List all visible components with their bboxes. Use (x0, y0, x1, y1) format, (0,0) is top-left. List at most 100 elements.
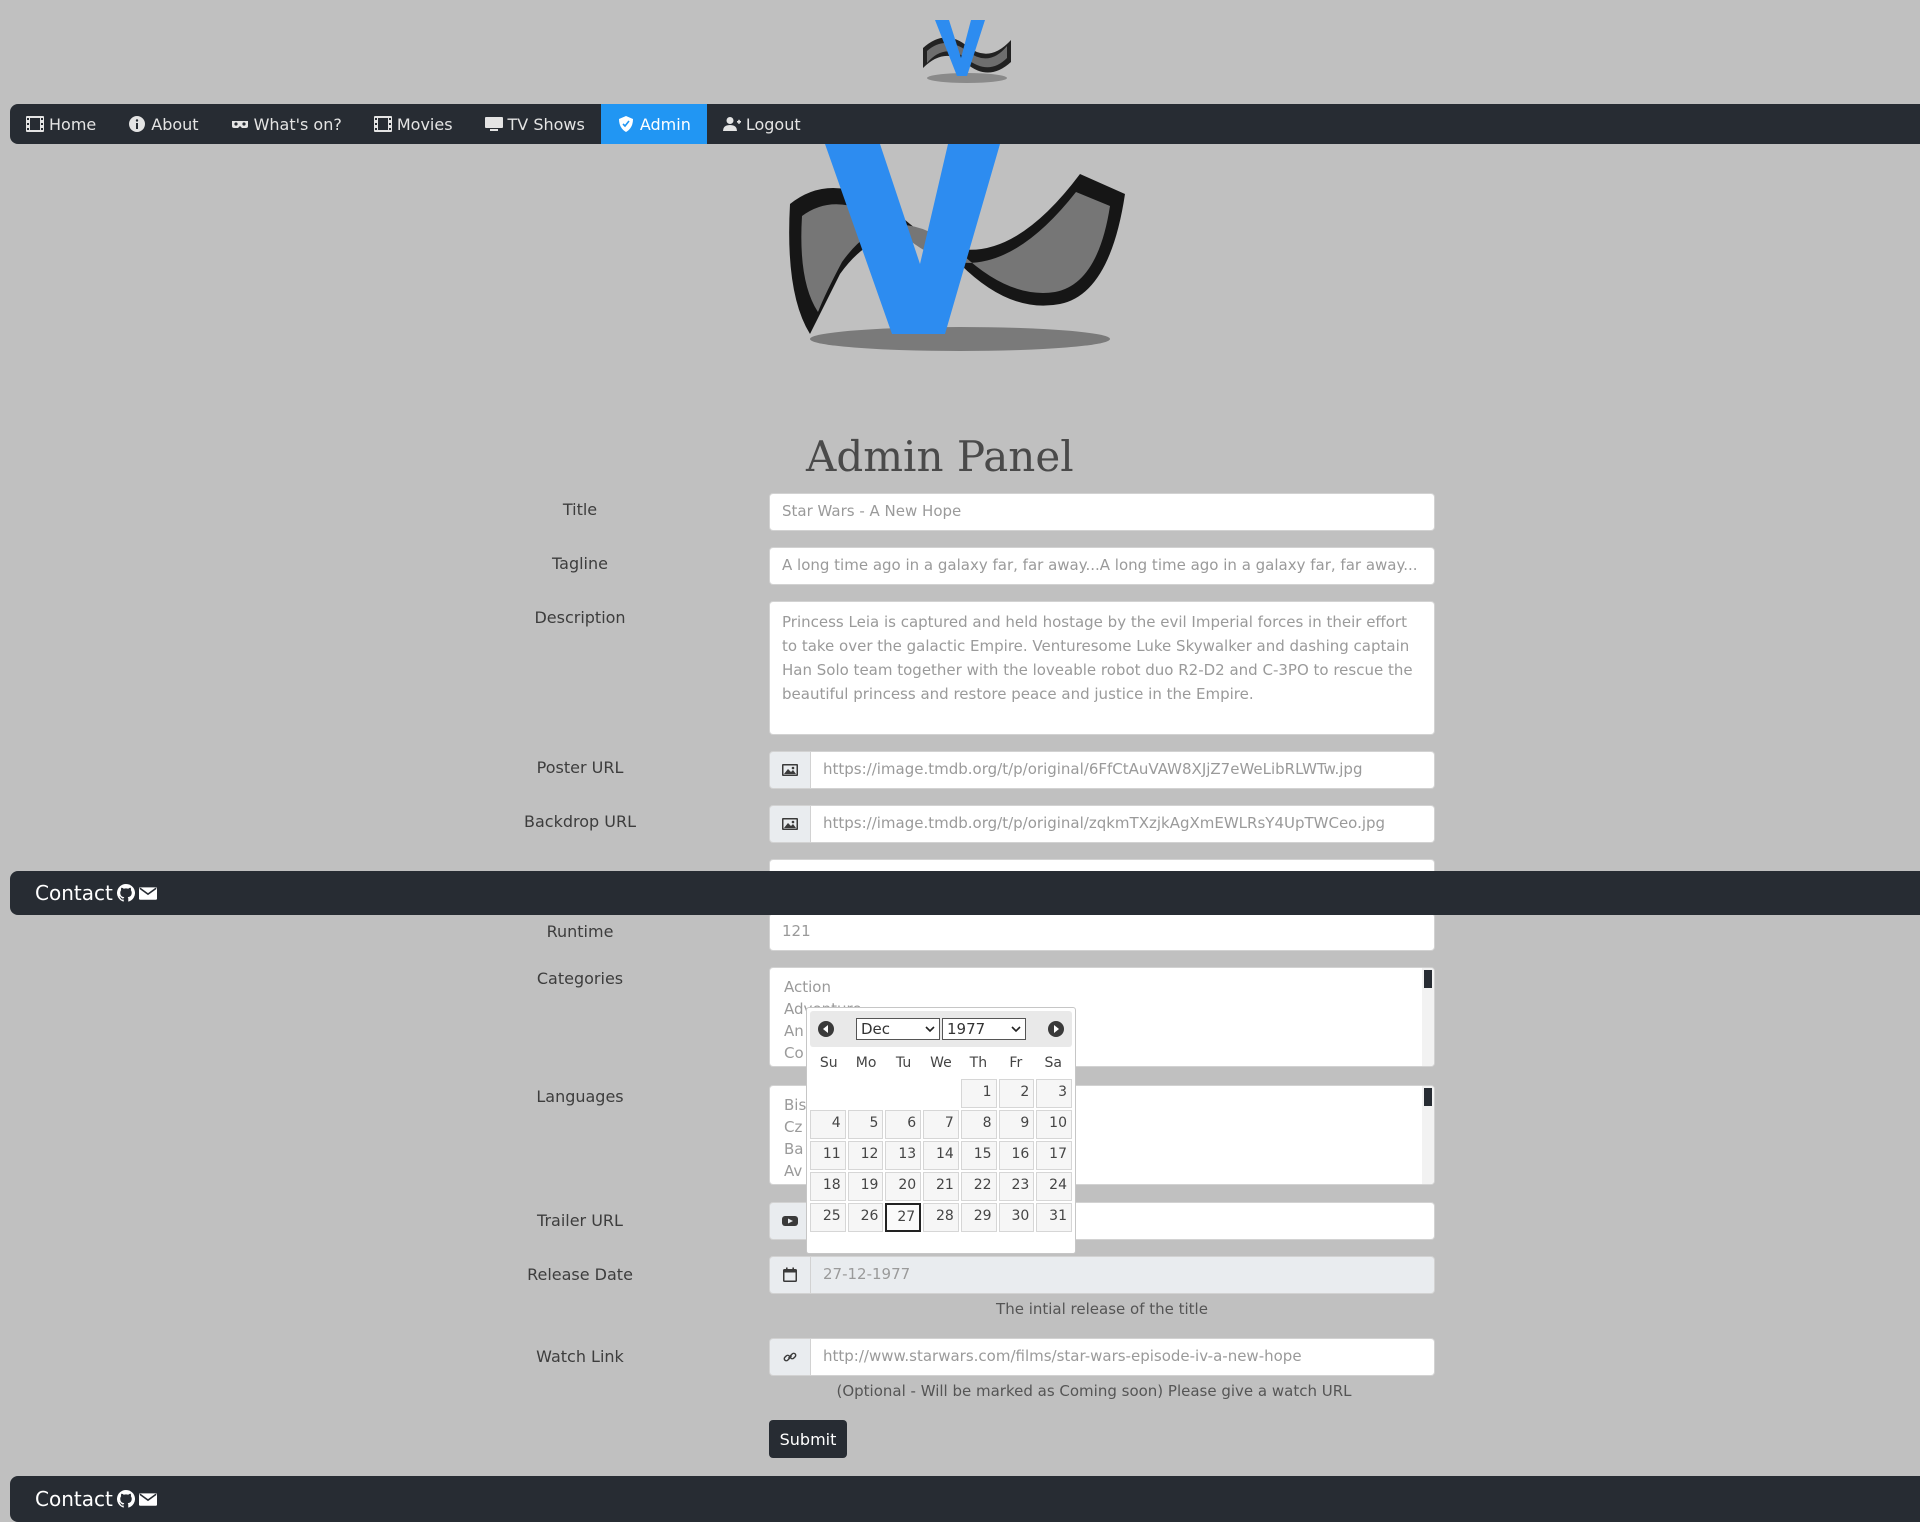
submit-button[interactable]: Submit (769, 1420, 847, 1458)
github-icon[interactable] (116, 884, 135, 902)
chevron-left-icon (823, 1025, 828, 1033)
envelope-icon[interactable] (138, 884, 157, 902)
day-cell[interactable]: 29 (960, 1203, 997, 1232)
day-cell[interactable]: 12 (847, 1141, 884, 1170)
nav-home-label: Home (49, 114, 97, 134)
day-cell-empty (810, 1079, 846, 1108)
contact-bar-floating: Contact (10, 871, 1920, 915)
weekday-label: Tu (895, 1055, 912, 1071)
day-cell[interactable]: 4 (810, 1110, 846, 1139)
release-date-input[interactable]: 27-12-1977 (811, 1256, 1435, 1294)
day-cell[interactable]: 17 (1036, 1141, 1072, 1170)
github-icon[interactable] (116, 1490, 135, 1508)
image-icon (769, 805, 811, 843)
month-select[interactable]: Dec (856, 1018, 940, 1040)
languages-scrollbar[interactable] (1422, 1086, 1434, 1184)
nav-home[interactable]: Home (10, 104, 112, 144)
nav-admin[interactable]: Admin (600, 104, 707, 144)
title-input[interactable]: Star Wars - A New Hope (769, 493, 1435, 531)
day-cell[interactable]: 20 (885, 1172, 922, 1201)
day-cell[interactable]: 11 (810, 1141, 846, 1170)
nav-whats-on[interactable]: What's on? (215, 104, 358, 144)
nav-whats-on-label: What's on? (253, 114, 342, 134)
next-month-button[interactable] (1048, 1021, 1064, 1037)
day-cell[interactable]: 5 (847, 1110, 884, 1139)
backdrop-url-input[interactable]: https://image.tmdb.org/t/p/original/zqkm… (811, 805, 1435, 843)
day-cell[interactable]: 26 (847, 1203, 884, 1232)
chevron-down-icon (925, 1026, 935, 1033)
languages-label: Languages (536, 1087, 624, 1106)
year-select-value: 1977 (947, 1020, 986, 1038)
day-cell[interactable]: 14 (923, 1141, 959, 1170)
shield-icon (618, 116, 633, 132)
day-cell[interactable]: 8 (960, 1110, 997, 1139)
datepicker-popup: Dec 1977 Su Mo Tu We Th Fr Sa 1234567891… (806, 1007, 1076, 1254)
day-cell[interactable]: 2 (998, 1079, 1035, 1108)
day-cell[interactable]: 30 (998, 1203, 1035, 1232)
site-logo-small[interactable] (915, 18, 1019, 84)
watch-link-help: (Optional - Will be marked as Coming soo… (836, 1382, 1352, 1400)
day-cell[interactable]: 23 (998, 1172, 1035, 1201)
day-cell-empty (848, 1079, 884, 1108)
scroll-thumb[interactable] (1424, 970, 1432, 988)
day-cell[interactable]: 15 (960, 1141, 997, 1170)
day-cell[interactable]: 19 (847, 1172, 884, 1201)
year-select[interactable]: 1977 (942, 1018, 1026, 1040)
day-cell[interactable]: 13 (885, 1141, 922, 1170)
envelope-icon[interactable] (138, 1490, 157, 1508)
chevron-down-icon (1011, 1026, 1021, 1033)
category-option[interactable]: Action (770, 976, 1434, 998)
contact-label: Contact (35, 881, 113, 905)
day-cell[interactable]: 6 (885, 1110, 922, 1139)
backdrop-url-label: Backdrop URL (524, 812, 636, 831)
day-cell[interactable]: 31 (1036, 1203, 1072, 1232)
scroll-thumb[interactable] (1424, 1088, 1432, 1106)
day-cell[interactable]: 7 (923, 1110, 959, 1139)
tagline-label: Tagline (552, 554, 608, 573)
poster-url-label: Poster URL (536, 758, 624, 777)
film-icon (26, 116, 44, 132)
day-cell[interactable]: 1 (960, 1079, 997, 1108)
day-cell[interactable]: 21 (923, 1172, 959, 1201)
poster-url-group: https://image.tmdb.org/t/p/original/6FfC… (769, 751, 1435, 789)
nav-movies[interactable]: Movies (358, 104, 469, 144)
nav-about-label: About (151, 114, 199, 134)
release-date-group: 27-12-1977 (769, 1256, 1435, 1294)
day-cell[interactable]: 28 (923, 1203, 959, 1232)
nav-about[interactable]: About (112, 104, 214, 144)
day-cell[interactable]: 22 (960, 1172, 997, 1201)
datepicker-selects: Dec 1977 (856, 1018, 1026, 1040)
runtime-input[interactable]: 121 (769, 913, 1435, 951)
user-icon (722, 117, 741, 131)
day-cell[interactable]: 27 (885, 1203, 922, 1232)
calendar-icon (769, 1256, 811, 1294)
watch-link-group: http://www.starwars.com/films/star-wars-… (769, 1338, 1435, 1376)
poster-url-input[interactable]: https://image.tmdb.org/t/p/original/6FfC… (811, 751, 1435, 789)
datepicker-days-grid: 1 2 3 4 5 6 7 8 9 10 11 12 13 14 15 16 17 18 19 20 21 22 23 24 2… (810, 1079, 1072, 1232)
youtube-icon (769, 1202, 811, 1240)
release-date-help: The intial release of the title (996, 1300, 1208, 1318)
tv-icon (484, 117, 503, 131)
weekday-label: Th (969, 1055, 988, 1071)
categories-scrollbar[interactable] (1422, 968, 1434, 1066)
day-cell[interactable]: 24 (1036, 1172, 1072, 1201)
day-cell[interactable]: 10 (1036, 1110, 1072, 1139)
watch-link-input[interactable]: http://www.starwars.com/films/star-wars-… (811, 1338, 1435, 1376)
description-textarea[interactable]: Princess Leia is captured and held hosta… (769, 601, 1435, 735)
trailer-url-label: Trailer URL (537, 1211, 623, 1230)
day-cell[interactable]: 9 (998, 1110, 1035, 1139)
day-cell[interactable]: 16 (998, 1141, 1035, 1170)
datepicker-header: Dec 1977 (810, 1011, 1072, 1047)
weekday-label: We (930, 1055, 952, 1071)
watch-link-label: Watch Link (536, 1347, 624, 1366)
day-cell[interactable]: 18 (810, 1172, 846, 1201)
prev-month-button[interactable] (818, 1021, 834, 1037)
nav-tv-shows[interactable]: TV Shows (469, 104, 601, 144)
tagline-input[interactable]: A long time ago in a galaxy far, far awa… (769, 547, 1435, 585)
nav-logout[interactable]: Logout (707, 104, 817, 144)
image-icon (769, 751, 811, 789)
nav-logout-label: Logout (745, 114, 801, 134)
link-icon (769, 1338, 811, 1376)
day-cell[interactable]: 25 (810, 1203, 846, 1232)
day-cell[interactable]: 3 (1036, 1079, 1072, 1108)
